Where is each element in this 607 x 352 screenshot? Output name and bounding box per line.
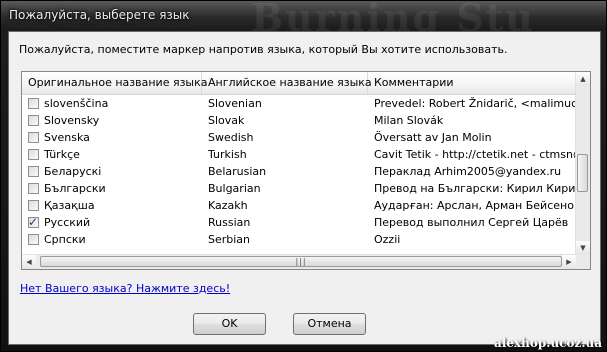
language-comment: Översatt av Jan Molin [374,131,492,144]
cancel-button[interactable]: Отмена [293,313,366,335]
language-checkbox[interactable] [28,234,39,245]
horizontal-scroll-thumb[interactable]: ||| [40,256,562,267]
title-bar[interactable]: Burning Stu Пожалуйста, выберете язык [1,0,606,40]
language-checkbox[interactable] [28,98,39,109]
language-english-name: Russian [208,216,251,229]
scroll-up-icon[interactable]: ▲ [576,72,590,86]
scroll-left-icon[interactable]: ◀ [22,255,36,269]
language-comment: Cavit Tetik - http://ctetik.net - ctmsn@… [374,148,576,161]
vertical-scroll-thumb[interactable] [577,154,588,192]
list-item[interactable]: Қазақша Kazakh Аударған: Арслан, Арман Бей… [22,197,576,214]
column-header-comments[interactable]: Комментарии [368,72,576,94]
language-checkbox[interactable] [28,200,39,211]
language-original-name: Svenska [44,131,90,144]
column-header-original[interactable]: Оригинальное название языка [22,72,208,94]
list-item[interactable]: ✓ Русский Russian Перевод выполнил Сергей Ц… [22,214,576,231]
window-title: Пожалуйста, выберете язык [9,8,190,22]
language-original-name: Български [44,182,106,195]
language-comment: Аударған: Арслан, Арман Бейсеновтар [374,199,576,212]
language-english-name: Slovak [208,114,245,127]
language-original-name: slovenščina [44,97,109,110]
language-comment: Ozzii [374,233,401,246]
column-header-english[interactable]: Английское название языка [202,72,372,94]
list-item[interactable]: Svenska Swedish Översatt av Jan Molin [22,129,576,146]
list-item[interactable]: Беларускі Belarusian Пераклад Arhim2005@ya… [22,163,576,180]
language-checkbox[interactable] [28,115,39,126]
language-checkbox[interactable] [28,149,39,160]
list-item[interactable]: slovenščina Slovenian Prevedel: Robert Žni… [22,95,576,112]
language-original-name: Српски [44,233,86,246]
language-english-name: Serbian [208,233,251,246]
language-original-name: Қазақша [44,199,95,212]
language-english-name: Swedish [208,131,254,144]
list-item[interactable]: Български Bulgarian Превод на Български: К… [22,180,576,197]
checkmark-icon: ✓ [28,215,39,229]
language-english-name: Belarusian [208,165,267,178]
language-english-name: Kazakh [208,199,248,212]
language-comment: Перевод выполнил Сергей Царёв [374,216,569,229]
language-comment: Milan Slovák [374,114,444,127]
missing-language-link[interactable]: Нет Вашего языка? Нажмите здесь! [20,282,230,295]
dialog-body: Пожалуйста, поместите маркер напротив яз… [8,31,601,345]
list-item[interactable]: Српски Serbian Ozzii [22,231,576,248]
language-checkbox[interactable] [28,183,39,194]
language-checkbox[interactable] [28,132,39,143]
language-english-name: Bulgarian [208,182,261,195]
scroll-right-icon[interactable]: ▶ [562,255,576,269]
list-item[interactable]: Türkçe Turkish Cavit Tetik - http://ctetik… [22,146,576,163]
language-original-name: Slovensky [44,114,100,127]
language-original-name: Русский [44,216,91,229]
language-checkbox[interactable] [28,166,39,177]
watermark: alexhop.ucoz.ua [494,336,602,350]
language-checkbox[interactable]: ✓ [28,215,39,229]
ok-button[interactable]: OK [193,313,266,335]
language-comment: Prevedel: Robert Žnidarič, <malimuc72@g [374,97,576,110]
language-comment: Пераклад Arhim2005@yandex.ru [374,165,562,178]
list-header: Оригинальное название языка Английское н… [22,72,576,95]
language-dialog-window: Burning Stu Пожалуйста, выберете язык По… [0,0,607,352]
horizontal-scrollbar[interactable]: ◀ ||| ▶ [22,254,576,269]
scroll-down-icon[interactable]: ▼ [576,241,590,255]
language-original-name: Беларускі [44,165,102,178]
list-item[interactable]: Slovensky Slovak Milan Slovák [22,112,576,129]
language-comment: Превод на Български: Кирил Кирилов [374,182,576,195]
vertical-scrollbar[interactable]: ▲ ▼ [575,72,590,255]
scrollbar-corner [576,255,590,269]
language-original-name: Türkçe [44,148,80,161]
instruction-text: Пожалуйста, поместите маркер напротив яз… [19,43,508,56]
language-english-name: Slovenian [208,97,262,110]
language-english-name: Turkish [208,148,247,161]
language-list[interactable]: Оригинальное название языка Английское н… [21,71,591,270]
